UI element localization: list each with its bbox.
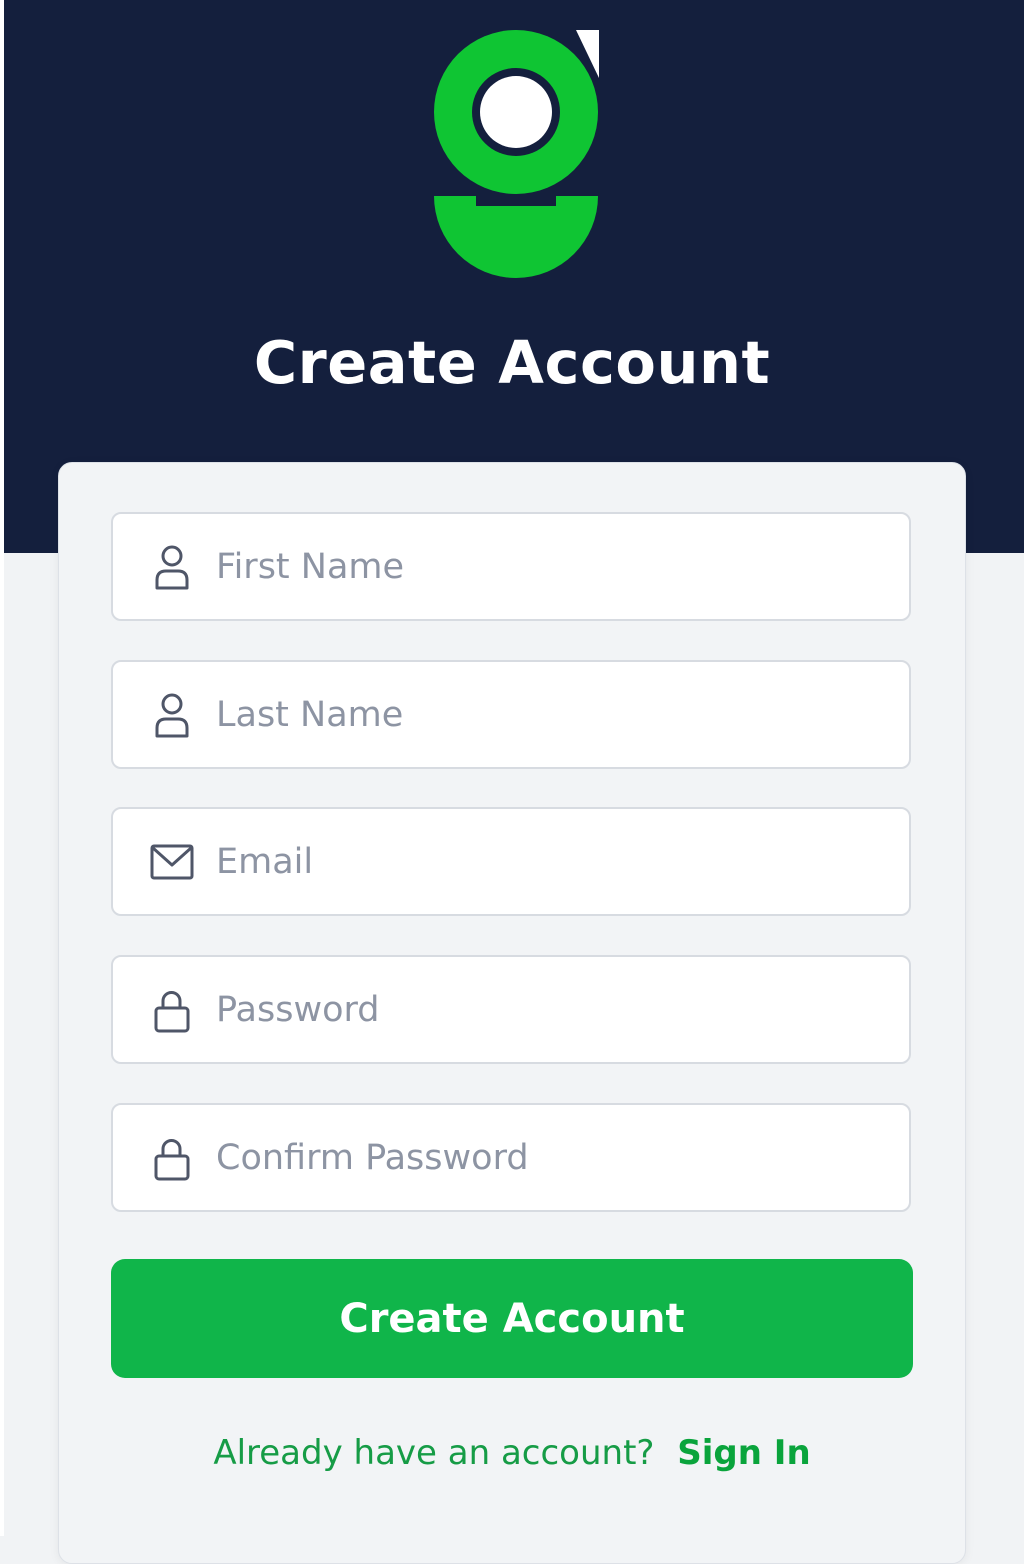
left-edge-strip [0, 0, 4, 1536]
signin-prompt-row: Already have an account? Sign In [0, 1426, 1024, 1480]
signin-prompt-text: Already have an account? [213, 1433, 655, 1473]
create-account-button[interactable]: Create Account [111, 1259, 913, 1378]
lock-icon [154, 1139, 190, 1181]
first-name-input[interactable] [216, 514, 876, 619]
mail-icon [150, 844, 194, 880]
last-name-field[interactable] [111, 660, 911, 769]
sign-in-link[interactable]: Sign In [677, 1433, 810, 1473]
user-icon [155, 545, 189, 590]
last-name-input[interactable] [216, 662, 876, 767]
email-field[interactable] [111, 807, 911, 916]
logo-icon [434, 30, 599, 278]
user-icon [155, 693, 189, 738]
first-name-field[interactable] [111, 512, 911, 621]
lock-icon [154, 991, 190, 1033]
password-field[interactable] [111, 955, 911, 1064]
confirm-password-field[interactable] [111, 1103, 911, 1212]
email-input[interactable] [216, 809, 876, 914]
password-input[interactable] [216, 957, 876, 1062]
confirm-password-input[interactable] [216, 1105, 876, 1210]
page-title: Create Account [253, 328, 771, 397]
